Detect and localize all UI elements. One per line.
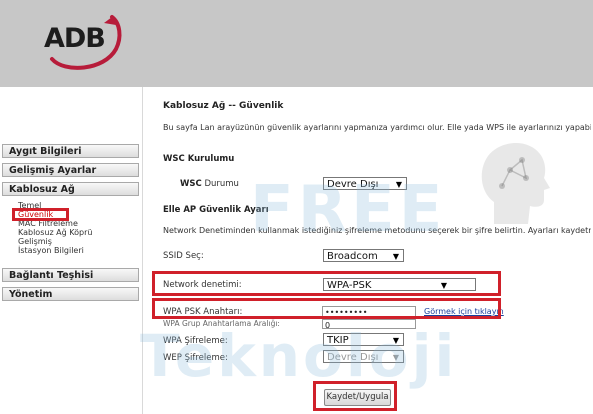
wep-encryption-label: WEP Şifreleme: [163, 353, 228, 363]
nav-advanced-settings[interactable]: Gelişmiş Ayarlar [2, 163, 139, 177]
group-rekey-input[interactable]: 0 [322, 319, 416, 330]
network-auth-label: Network denetimi: [163, 280, 242, 290]
main-content: Kablosuz Ağ -- Güvenlik Bu sayfa Lan ara… [148, 87, 593, 414]
ssid-label: SSID Seç: [163, 251, 204, 261]
logo-text: ADB [44, 23, 106, 54]
ssid-select[interactable]: Broadcom ▼ [323, 249, 404, 262]
wep-encryption-select[interactable]: Devre Dışı ▼ [323, 350, 404, 363]
manual-security-description: Network Denetiminden kullanmak istediğin… [163, 226, 591, 235]
wsc-status-select[interactable]: Devre Dışı ▼ [323, 177, 407, 190]
adb-logo: ADB [34, 9, 122, 70]
nav-sub-security[interactable]: Güvenlik [18, 210, 53, 219]
nav-wireless[interactable]: Kablosuz Ağ [2, 182, 139, 196]
header-bar: ADB [0, 0, 593, 87]
wpa-encryption-label: WPA Şifreleme: [163, 336, 228, 346]
wpa-psk-input[interactable]: ••••••••• [322, 306, 416, 318]
left-navigation: Aygıt Bilgileri Gelişmiş Ayarlar Kablosu… [0, 87, 143, 414]
page-title: Kablosuz Ağ -- Güvenlik [163, 101, 284, 111]
nav-sub-wireless-bridge[interactable]: Kablosuz Ağ Köprü [18, 228, 92, 237]
wsc-section-heading: WSC Kurulumu [163, 154, 235, 164]
nav-sub-advanced[interactable]: Gelişmiş [18, 237, 52, 246]
nav-sub-station-info[interactable]: İstasyon Bilgileri [18, 246, 84, 255]
wpa-psk-label: WPA PSK Anahtarı: [163, 307, 243, 317]
wsc-status-label: WSC Durumu [180, 179, 239, 189]
manual-security-heading: Elle AP Güvenlik Ayarı [163, 205, 269, 215]
save-apply-button[interactable]: Kaydet/Uygula [324, 389, 391, 406]
page-intro: Bu sayfa Lan arayüzünün güvenlik ayarlar… [163, 123, 591, 132]
nav-management[interactable]: Yönetim [2, 287, 139, 301]
nav-connection-diagnostics[interactable]: Bağlantı Teşhisi [2, 268, 139, 282]
nav-device-info[interactable]: Aygıt Bilgileri [2, 144, 139, 158]
wpa-encryption-select[interactable]: TKIP ▼ [323, 333, 404, 346]
show-password-link[interactable]: Görmek için tıklayın [424, 307, 504, 316]
nav-sub-mac-filter[interactable]: MAC Filtreleme [18, 219, 78, 228]
nav-sub-basic[interactable]: Temel [18, 201, 41, 210]
network-auth-select[interactable]: WPA-PSK ▼ [323, 278, 476, 291]
group-rekey-label: WPA Grup Anahtarlama Aralığı: [163, 319, 280, 328]
